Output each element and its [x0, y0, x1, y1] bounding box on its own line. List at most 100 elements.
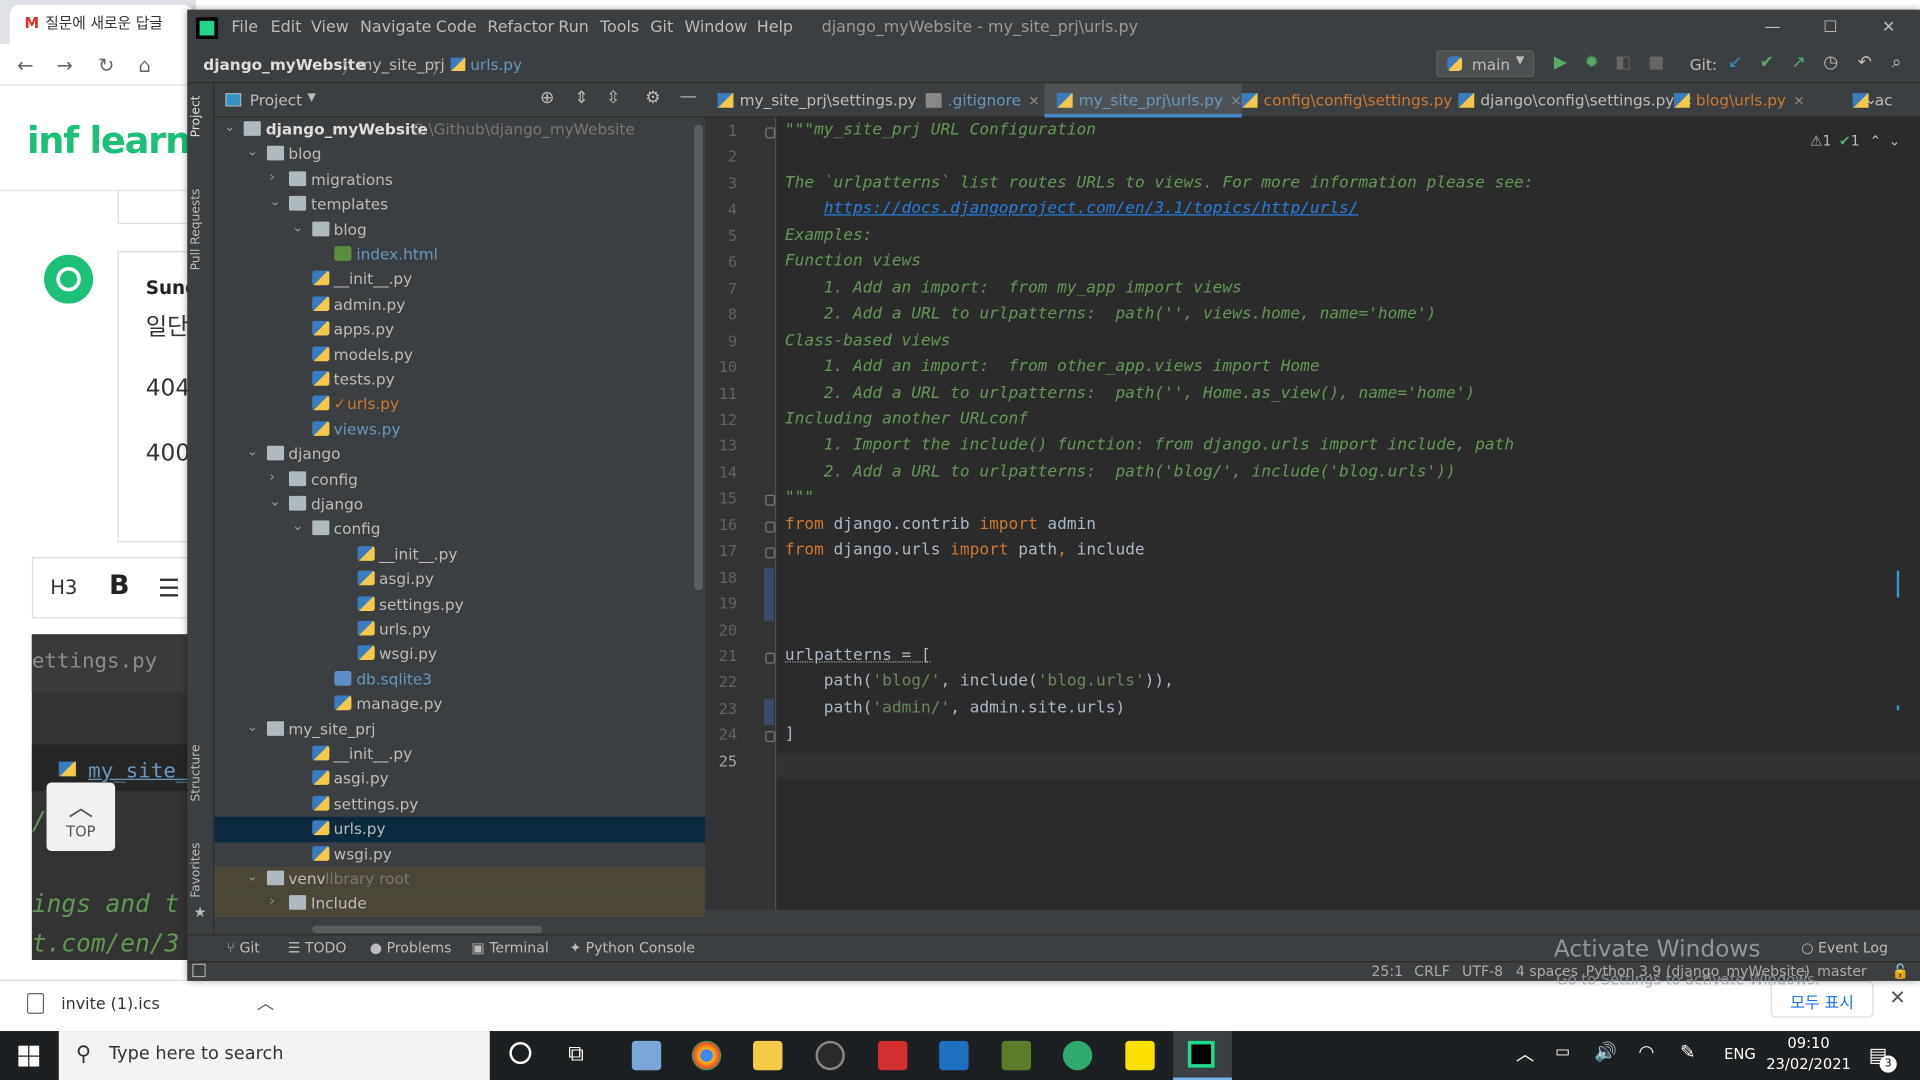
debug-icon[interactable]: ✹ [1584, 53, 1598, 73]
tree-item[interactable]: ✓ urls.py [214, 392, 705, 417]
line-separator[interactable]: CRLF [1414, 962, 1450, 979]
stop-icon[interactable]: ■ [1648, 53, 1664, 73]
tree-item[interactable]: ⌄ django [214, 442, 705, 467]
tree-item[interactable]: index.html [214, 242, 705, 267]
terminal-tool-button[interactable]: ▣ Terminal [471, 939, 548, 956]
chevron-down-icon[interactable]: ⌄ [292, 219, 303, 235]
maximize-icon[interactable]: ☐ [1823, 18, 1837, 36]
chevron-down-icon[interactable]: ⌄ [247, 868, 258, 884]
history-icon[interactable]: ◷ [1823, 53, 1838, 73]
bold-button[interactable]: B [109, 571, 130, 602]
chrome-icon[interactable] [691, 1040, 722, 1071]
tree-item[interactable]: __init__.py [214, 742, 705, 767]
tree-item[interactable]: __init__.py [214, 542, 705, 567]
tree-h-scrollbar[interactable] [312, 925, 543, 934]
tree-item[interactable]: views.py [214, 417, 705, 442]
wifi-icon[interactable]: ◠ [1638, 1041, 1654, 1063]
tree-item[interactable]: tests.py [214, 367, 705, 392]
close-icon[interactable]: ✕ [1889, 986, 1905, 1009]
taskbar-app-icon[interactable] [1062, 1040, 1093, 1071]
hide-icon[interactable]: — [680, 87, 697, 107]
menu-refactor[interactable]: Refactor [487, 18, 554, 36]
chevron-down-icon[interactable]: ⌄ [247, 718, 258, 734]
pull-requests-tool-button[interactable]: Pull Requests [190, 189, 203, 271]
tree-item[interactable]: › config [214, 467, 705, 492]
chevron-right-icon[interactable]: › [269, 468, 274, 484]
scroll-top-button[interactable]: ︿ TOP [46, 782, 116, 852]
git-branch[interactable]: master [1817, 962, 1867, 979]
todo-tool-button[interactable]: ☰ TODO [288, 939, 347, 956]
problems-tool-button[interactable]: ● Problems [370, 939, 452, 956]
locate-icon[interactable]: ⊕ [540, 88, 554, 108]
battery-icon[interactable]: ▭ [1555, 1043, 1570, 1061]
acrobat-icon[interactable] [877, 1040, 908, 1071]
menu-git[interactable]: Git [650, 18, 673, 36]
structure-tool-button[interactable]: Structure [190, 744, 203, 801]
chevron-up-icon[interactable]: ⌃ [1869, 132, 1881, 149]
event-log-button[interactable]: ○ Event Log [1801, 939, 1888, 956]
kakaotalk-icon[interactable] [1125, 1040, 1155, 1071]
menu-code[interactable]: Code [436, 18, 477, 36]
tree-item[interactable]: models.py [214, 342, 705, 367]
python-console-tool-button[interactable]: ✦ Python Console [569, 939, 694, 956]
code-editor[interactable]: ⚠1 ✔1 ⌃ ⌄ """my_site_prj URL Configuration T… [776, 117, 1920, 910]
taskbar-app-icon[interactable] [939, 1040, 969, 1071]
close-tab-icon[interactable]: ✕ [1793, 93, 1804, 109]
chevron-down-icon[interactable]: ⌄ [269, 493, 280, 509]
fold-marker[interactable] [765, 495, 776, 507]
project-view-select[interactable]: Project [250, 91, 302, 109]
tree-item[interactable]: ⌄ config [214, 517, 705, 542]
list-icon[interactable]: ☰ [158, 573, 180, 602]
tree-item[interactable]: asgi.py [214, 567, 705, 592]
breadcrumb-file[interactable]: urls.py [470, 55, 522, 73]
taskbar-app-icon[interactable] [631, 1040, 662, 1071]
menu-help[interactable]: Help [757, 18, 793, 36]
editor-tab[interactable]: .gitignore ✕ [913, 83, 1040, 117]
search-icon[interactable]: ⌕ [1892, 53, 1902, 73]
cortana-icon[interactable] [509, 1042, 532, 1065]
tree-item[interactable]: urls.py [214, 816, 706, 842]
minimize-icon[interactable]: — [1764, 18, 1780, 36]
browser-tab[interactable]: M 질문에 새로운 답글 [9, 4, 194, 45]
chevron-down-icon[interactable]: ⌄ [292, 518, 303, 534]
taskbar-app-icon[interactable] [1001, 1040, 1032, 1071]
expand-all-icon[interactable]: ⇕ [574, 88, 588, 108]
tree-item[interactable]: ⌄ my_site_prj [214, 717, 705, 742]
windows-start-icon[interactable] [18, 1045, 40, 1067]
tree-item[interactable]: db.sqlite3 [214, 667, 705, 692]
run-icon[interactable]: ▶ [1554, 53, 1567, 73]
tree-item[interactable]: ⌄ django_myWebsite C:\Github\django_myWebs… [214, 118, 705, 143]
run-config-select[interactable]: main ▼ [1436, 50, 1535, 78]
tree-item[interactable]: ⌄ venv library root [214, 866, 706, 892]
taskbar-app-icon[interactable] [815, 1040, 845, 1071]
pycharm-taskbar-button[interactable] [1173, 1031, 1232, 1080]
taskbar-search-box[interactable]: ⚲ Type here to search [58, 1031, 490, 1080]
tree-item[interactable]: __init__.py [214, 267, 705, 292]
chevron-right-icon[interactable]: › [269, 169, 274, 185]
menu-tools[interactable]: Tools [600, 18, 639, 36]
tree-item[interactable]: ⌄ django [214, 492, 705, 517]
chevron-down-icon[interactable]: ▼ [307, 92, 315, 104]
editor-tab[interactable]: my_site_prj\urls.py ✕ [1044, 83, 1242, 118]
tree-item[interactable]: admin.py [214, 292, 705, 317]
editor-tab[interactable]: config\config\settings.py✕ [1229, 83, 1471, 117]
tree-item[interactable]: wsgi.py [214, 642, 705, 667]
tree-item[interactable]: wsgi.py [214, 842, 705, 867]
favorites-tool-button[interactable]: Favorites [190, 842, 203, 897]
chevron-right-icon[interactable]: › [269, 893, 274, 909]
download-file-name[interactable]: invite (1).ics [61, 996, 160, 1014]
git-commit-icon[interactable]: ✔ [1760, 53, 1774, 73]
close-tab-icon[interactable]: ✕ [1028, 93, 1039, 109]
project-tool-button[interactable]: Project [190, 96, 203, 138]
tree-item[interactable]: ⌄ blog [214, 143, 705, 168]
chevron-down-icon[interactable]: ⌄ [269, 194, 280, 210]
git-update-icon[interactable]: ↙ [1728, 53, 1742, 73]
menu-edit[interactable]: Edit [271, 18, 302, 36]
tree-scrollbar[interactable] [694, 124, 703, 591]
git-push-icon[interactable]: ↗ [1791, 53, 1805, 73]
tree-item[interactable]: apps.py [214, 317, 705, 342]
clock[interactable]: 09:10 23/02/2021 [1766, 1035, 1852, 1073]
fold-marker[interactable] [765, 521, 776, 533]
inspection-widget[interactable]: ⚠1 ✔1 ⌃ ⌄ [1810, 132, 1900, 149]
close-icon[interactable]: ✕ [1882, 18, 1895, 36]
